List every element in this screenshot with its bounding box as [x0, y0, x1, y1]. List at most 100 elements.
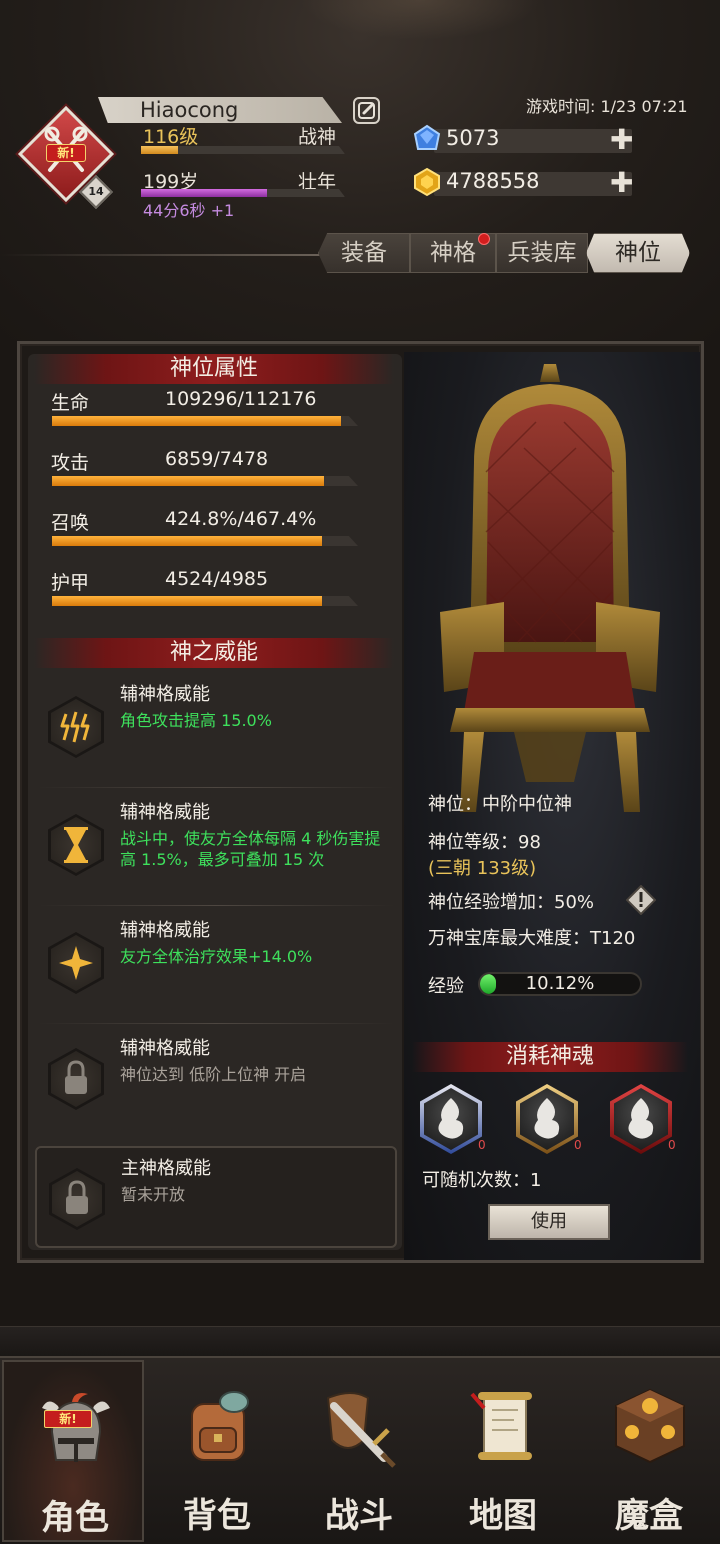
power-row[interactable]: 辅神格威能 友方全体治疗效果+14.0% [38, 906, 394, 1024]
new-ribbon: 新! [46, 144, 86, 162]
power-row-locked[interactable]: 辅神格威能 神位达到 低阶上位神 开启 [38, 1024, 394, 1142]
power-title: 辅神格威能 [120, 1038, 210, 1059]
add-gold-button[interactable]: ✚ [610, 169, 634, 197]
nav-magic-box[interactable]: 魔盒 [578, 1360, 720, 1542]
age-timer: 44分6秒 +1 [143, 201, 235, 220]
lightning-icon [48, 696, 104, 758]
lock-icon [48, 1048, 104, 1110]
power-title: 辅神格威能 [120, 920, 210, 941]
tab-throne[interactable]: 神位 [586, 233, 690, 273]
power-title: 辅神格威能 [120, 684, 210, 705]
info-warning-icon[interactable] [626, 885, 656, 915]
soul-flame-icon [438, 1098, 464, 1139]
throne-level: 神位等级：98 [428, 832, 541, 853]
age-progress-bar [141, 189, 345, 197]
random-count: 可随机次数：1 [422, 1170, 542, 1191]
soul-item-gold[interactable]: 0 [516, 1084, 582, 1154]
throne-level-note: (三朝 133级) [428, 858, 537, 879]
attributes-header: 神位属性 [34, 354, 394, 384]
level-progress-bar [141, 146, 345, 154]
add-diamond-button[interactable]: ✚ [610, 126, 634, 154]
stat-value-summon: 424.8%/467.4% [165, 508, 317, 530]
power-title: 辅神格威能 [120, 802, 210, 823]
tab-equipment[interactable]: 装备 [318, 233, 410, 273]
soul-item-blue[interactable]: 0 [420, 1084, 486, 1154]
nav-label: 背包 [183, 1496, 251, 1536]
nav-new-ribbon: 新! [44, 1410, 92, 1428]
stat-value-hp: 109296/112176 [165, 388, 317, 410]
edit-icon [358, 102, 375, 119]
stat-bar-fill [52, 476, 325, 486]
diamond-amount: 5073 [446, 126, 500, 150]
main-power-desc: 暂未开放 [121, 1185, 186, 1204]
main-power-title: 主神格威能 [121, 1158, 211, 1179]
soul-item-red[interactable]: 0 [610, 1084, 676, 1154]
player-name: Hiaocong [140, 98, 239, 122]
nav-label: 角色 [41, 1498, 109, 1538]
vault-difficulty: 万神宝库最大难度：T120 [428, 928, 636, 949]
throne-rank: 神位：中阶中位神 [428, 794, 572, 815]
section-tabs: 装备 神格 兵装库 神位 [318, 233, 698, 277]
stat-bar-summon [52, 536, 358, 546]
power-desc: 战斗中，使友方全体每隔 4 秒伤害提高 1.5%，最多可叠加 15 次 [120, 829, 381, 869]
stat-bar-hp [52, 416, 358, 426]
stat-bar-armor [52, 596, 358, 606]
nav-map[interactable]: 地图 [432, 1360, 574, 1542]
soul-count: 0 [574, 1138, 582, 1152]
nav-label: 魔盒 [615, 1496, 683, 1536]
throne-exp-bonus: 神位经验增加：50% [428, 892, 595, 913]
nav-top-strip [0, 1326, 720, 1356]
star-cross-icon [48, 932, 104, 994]
nav-label: 地图 [469, 1496, 537, 1536]
tab-armory[interactable]: 兵装库 [496, 233, 588, 273]
sword-shield-icon [326, 1392, 396, 1468]
backpack-icon [191, 1391, 249, 1461]
souls-header: 消耗神魂 [412, 1042, 688, 1072]
gold-gem-icon [414, 167, 440, 197]
helmet-icon [42, 1393, 110, 1462]
nav-bag[interactable]: 背包 [146, 1360, 288, 1542]
power-desc: 友方全体治疗效果+14.0% [120, 947, 313, 966]
stat-label-summon: 召唤 [51, 512, 90, 534]
nav-role[interactable]: 新! 角色 [2, 1360, 144, 1542]
nav-battle[interactable]: 战斗 [288, 1360, 430, 1542]
badge-level-text: 14 [88, 185, 104, 198]
powers-header: 神之威能 [34, 638, 394, 668]
stat-label-attack: 攻击 [51, 452, 90, 474]
lock-icon [49, 1168, 105, 1230]
stat-value-attack: 6859/7478 [165, 448, 269, 470]
blue-gem-icon [413, 124, 441, 150]
player-title: 战神 [298, 126, 337, 148]
power-row[interactable]: 辅神格威能 角色攻击提高 15.0% [38, 670, 394, 788]
gold-amount: 4788558 [446, 169, 540, 193]
power-row[interactable]: 辅神格威能 战斗中，使友方全体每隔 4 秒伤害提高 1.5%，最多可叠加 15 … [38, 788, 394, 906]
main-power-box[interactable]: 主神格威能 暂未开放 [35, 1146, 397, 1248]
game-time: 游戏时间: 1/23 07:21 [526, 97, 688, 116]
stat-bar-attack [52, 476, 358, 486]
top-glow [300, 0, 540, 40]
edit-name-button[interactable] [353, 97, 380, 124]
stat-bar-fill [52, 596, 322, 606]
stat-label-armor: 护甲 [51, 572, 90, 594]
exp-percent: 10.12% [525, 973, 595, 994]
scroll-map-icon [470, 1392, 532, 1460]
notification-dot [478, 233, 490, 245]
soul-flame-icon [534, 1098, 560, 1139]
soul-count: 0 [478, 1138, 486, 1152]
player-level: 116级 [143, 126, 199, 148]
stat-label-hp: 生命 [51, 392, 90, 414]
tab-divider-line [0, 254, 320, 256]
level-progress-fill [141, 146, 178, 154]
magic-box-icon [615, 1388, 685, 1464]
use-button[interactable]: 使用 [488, 1204, 610, 1240]
hourglass-icon [48, 814, 104, 876]
power-unlock-hint: 神位达到 低阶上位神 开启 [120, 1065, 307, 1084]
stat-bar-fill [52, 536, 322, 546]
stat-value-armor: 4524/4985 [165, 568, 269, 590]
nav-label: 战斗 [325, 1496, 393, 1536]
age-progress-fill [141, 189, 268, 197]
exp-label: 经验 [428, 976, 464, 997]
diamond-currency: 5073 ✚ [413, 124, 640, 154]
throne-icon [440, 364, 660, 812]
soul-count: 0 [668, 1138, 676, 1152]
